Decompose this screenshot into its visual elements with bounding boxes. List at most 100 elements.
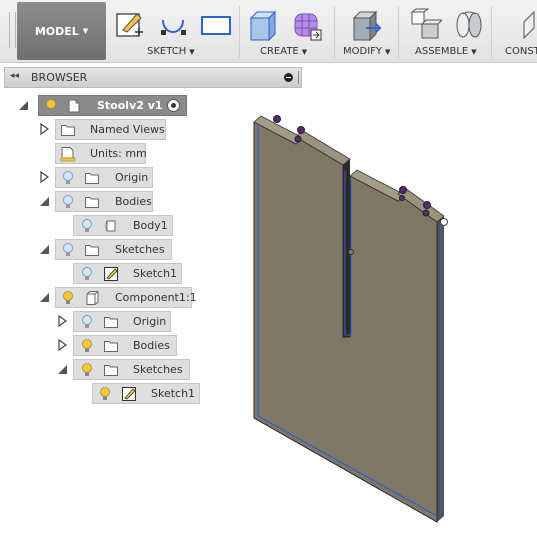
origin-label: Origin	[115, 171, 149, 184]
rectangle-sketch-icon[interactable]	[200, 14, 232, 38]
toolbar: MODEL ▼ SKETCH ▼ CREATE ▼ MODIFY ▼ ASSEM…	[0, 0, 537, 63]
component1-box[interactable]: Component1:1	[55, 287, 197, 308]
component-icon	[84, 290, 100, 306]
bulb-icon[interactable]	[79, 314, 95, 330]
chevron-down-icon: ▼	[82, 27, 89, 35]
joint-icon[interactable]	[452, 8, 486, 42]
bulb-icon[interactable]	[60, 242, 76, 258]
sketch-point-icon[interactable]	[348, 249, 354, 255]
toolbar-grip[interactable]	[9, 12, 16, 48]
expand-arrow-icon[interactable]	[37, 170, 51, 184]
bulb-icon[interactable]	[60, 170, 76, 186]
bulb-icon[interactable]	[79, 218, 95, 234]
units-label: Units: mm	[90, 147, 147, 160]
expand-arrow-icon[interactable]	[37, 242, 51, 256]
sketch-point-icon[interactable]	[440, 218, 448, 226]
bulb-icon[interactable]	[97, 386, 113, 402]
create-group-menu[interactable]: CREATE ▼	[260, 46, 307, 57]
browser-header: ◂◂ BROWSER	[4, 67, 302, 88]
bulb-icon[interactable]	[60, 290, 76, 306]
activate-radio-icon[interactable]	[167, 99, 180, 112]
new-component-icon[interactable]	[408, 8, 442, 42]
chevron-down-icon: ▼	[385, 48, 391, 56]
workspace-label: MODEL	[34, 24, 79, 38]
named-views-box[interactable]: Named Views	[55, 119, 166, 140]
model-viewport[interactable]	[240, 95, 537, 538]
expand-arrow-icon[interactable]	[37, 122, 51, 136]
offset-plane-icon[interactable]	[520, 8, 537, 42]
workspace-switcher-button[interactable]: MODEL ▼	[17, 2, 106, 60]
folder-icon	[103, 338, 119, 354]
modify-group-menu[interactable]: MODIFY ▼	[343, 46, 390, 57]
comp-sketch1-label: Sketch1	[151, 387, 196, 400]
folder-icon	[84, 242, 100, 258]
folder-icon	[60, 122, 76, 138]
expand-arrow-icon[interactable]	[16, 98, 30, 112]
body1-box[interactable]: Body1	[73, 215, 173, 236]
sketch-icon	[103, 266, 119, 282]
comp-origin-label: Origin	[133, 315, 167, 328]
chevron-down-icon: ▼	[189, 48, 195, 56]
sketch1-box[interactable]: Sketch1	[73, 263, 182, 284]
extrude-icon[interactable]	[247, 8, 279, 42]
bulb-icon[interactable]	[79, 266, 95, 282]
form-icon[interactable]	[291, 8, 323, 42]
origin-box[interactable]: Origin	[55, 167, 153, 188]
body-icon	[103, 218, 119, 234]
comp-sketches-box[interactable]: Sketches	[73, 359, 190, 380]
comp-sketches-label: Sketches	[133, 363, 183, 376]
slot-inner-face	[343, 159, 350, 337]
construct-group-label: CONST	[505, 46, 537, 57]
root-node-box[interactable]: Stoolv2 v1	[38, 95, 187, 116]
expand-arrow-icon[interactable]	[37, 290, 51, 304]
sketches-label: Sketches	[115, 243, 165, 256]
expand-arrow-icon[interactable]	[55, 314, 69, 328]
assemble-group-menu[interactable]: ASSEMBLE ▼	[415, 46, 477, 57]
sketch-point-icon[interactable]	[422, 209, 430, 217]
folder-icon	[84, 170, 100, 186]
body1-label: Body1	[133, 219, 168, 232]
arc-sketch-icon[interactable]	[157, 12, 191, 40]
bulb-icon[interactable]	[79, 338, 95, 354]
minimize-icon[interactable]	[284, 73, 293, 82]
sketches-box[interactable]: Sketches	[55, 239, 172, 260]
toolbar-divider	[334, 6, 335, 58]
collapse-panel-icon[interactable]: ◂◂	[10, 71, 19, 81]
bulb-icon[interactable]	[60, 194, 76, 210]
toolbar-divider	[491, 6, 492, 58]
chevron-down-icon: ▼	[301, 48, 308, 56]
press-pull-icon[interactable]	[350, 8, 384, 42]
browser-title: BROWSER	[31, 71, 88, 84]
sketch1-label: Sketch1	[133, 267, 178, 280]
expand-arrow-icon[interactable]	[37, 194, 51, 208]
sketch-group-label: SKETCH	[147, 46, 187, 57]
bulb-icon[interactable]	[43, 98, 59, 114]
expand-arrow-icon[interactable]	[55, 362, 69, 376]
comp-sketch1-box[interactable]: Sketch1	[92, 383, 200, 404]
sketch-group-menu[interactable]: SKETCH ▼	[147, 46, 195, 57]
ruler-icon	[60, 146, 76, 162]
expand-arrow-icon[interactable]	[55, 338, 69, 352]
sketch-point-icon[interactable]	[297, 126, 305, 134]
comp-bodies-box[interactable]: Bodies	[73, 335, 177, 356]
construct-group-menu[interactable]: CONST	[505, 46, 537, 57]
root-label: Stoolv2 v1	[97, 99, 163, 112]
bulb-icon[interactable]	[79, 362, 95, 378]
sketch-icon	[121, 386, 137, 402]
comp-bodies-label: Bodies	[133, 339, 170, 352]
create-sketch-icon[interactable]	[115, 10, 145, 40]
sketch-point-icon[interactable]	[423, 201, 431, 209]
bodies-label: Bodies	[115, 195, 152, 208]
sketch-point-icon[interactable]	[399, 186, 407, 194]
panel-grip[interactable]	[298, 71, 299, 84]
bodies-box[interactable]: Bodies	[55, 191, 153, 212]
units-box[interactable]: Units: mm	[55, 143, 147, 164]
comp-origin-box[interactable]: Origin	[73, 311, 171, 332]
named-views-label: Named Views	[90, 123, 165, 136]
toolbar-divider	[239, 6, 240, 58]
modify-group-label: MODIFY	[343, 46, 383, 57]
sketch-point-icon[interactable]	[294, 135, 302, 143]
create-group-label: CREATE	[260, 46, 299, 57]
sketch-point-icon[interactable]	[273, 115, 281, 123]
sketch-point-icon[interactable]	[399, 195, 405, 201]
